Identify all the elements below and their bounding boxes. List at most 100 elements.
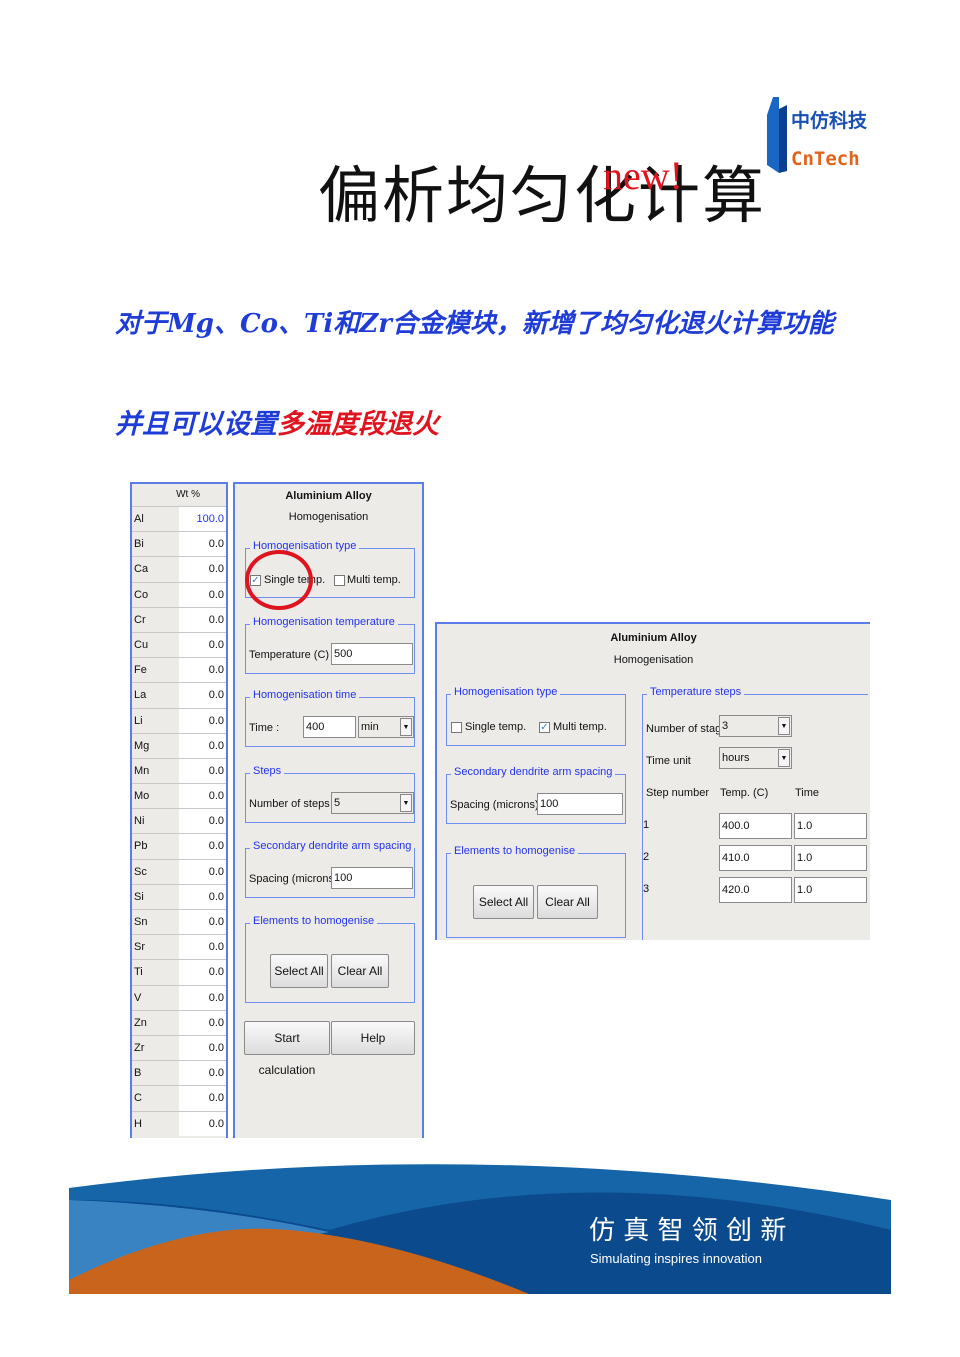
cntech-logo: 中仿科技 CnTech xyxy=(765,95,870,175)
wt-header: Wt % xyxy=(176,489,200,500)
group-legend: Elements to homogenise xyxy=(250,915,378,927)
element-symbol: Ni xyxy=(134,815,145,828)
clear-all-button[interactable]: Clear All xyxy=(537,885,598,919)
element-symbol: Li xyxy=(134,714,143,727)
composition-row: Ni 0.0 xyxy=(132,808,226,834)
highlight-circle xyxy=(245,550,313,610)
select-all-button[interactable]: Select All xyxy=(270,954,328,988)
composition-row: Mn 0.0 xyxy=(132,757,226,784)
composition-row: H 0.0 xyxy=(132,1110,226,1136)
chevron-down-icon: ▼ xyxy=(400,718,412,736)
element-wt-input[interactable]: 0.0 xyxy=(179,1086,226,1111)
element-wt-input[interactable]: 0.0 xyxy=(179,1111,226,1136)
element-wt-input[interactable]: 0.0 xyxy=(179,784,226,809)
element-symbol: H xyxy=(134,1117,142,1130)
temperature-label: Temperature (C) xyxy=(249,649,330,661)
element-wt-input[interactable]: 0.0 xyxy=(179,859,226,884)
composition-row: Cr 0.0 xyxy=(132,606,226,632)
element-wt-input[interactable]: 0.0 xyxy=(179,1061,226,1086)
step-time-input[interactable]: 1.0 xyxy=(794,877,867,903)
steps-label: Number of steps xyxy=(249,798,330,810)
time-unit-select[interactable]: min ▼ xyxy=(358,716,414,738)
single-temp-panel: Aluminium Alloy Homogenisation Homogenis… xyxy=(233,482,424,1138)
sdas-input[interactable]: 100 xyxy=(331,867,413,889)
element-wt-input[interactable]: 0.0 xyxy=(179,733,226,758)
element-wt-input[interactable]: 0.0 xyxy=(179,632,226,658)
element-symbol: La xyxy=(134,689,147,702)
composition-row: Zr 0.0 xyxy=(132,1034,226,1061)
composition-row: La 0.0 xyxy=(132,682,226,708)
sdas-input[interactable]: 100 xyxy=(537,793,623,815)
composition-row: C 0.0 xyxy=(132,1085,226,1111)
group-legend: Homogenisation time xyxy=(250,689,360,701)
new-badge: new! xyxy=(603,153,683,198)
temperature-input[interactable]: 500 xyxy=(331,643,413,665)
time-unit-select[interactable]: hours ▼ xyxy=(719,747,792,769)
element-wt-input[interactable]: 0.0 xyxy=(179,582,226,607)
alloy-title: Aluminium Alloy xyxy=(285,490,372,502)
step-temp-input[interactable]: 400.0 xyxy=(719,813,792,839)
element-wt-input[interactable]: 0.0 xyxy=(179,960,226,985)
element-wt-input[interactable]: 0.0 xyxy=(179,683,226,708)
homogenisation-type-group: Homogenisation type Single temp. ✓ Multi… xyxy=(446,686,626,746)
composition-row: Li 0.0 xyxy=(132,707,226,733)
group-legend: Elements to homogenise xyxy=(451,845,579,857)
element-wt-input[interactable]: 100.0 xyxy=(179,507,226,532)
element-wt-input[interactable]: 0.0 xyxy=(179,910,226,935)
element-wt-input[interactable]: 0.0 xyxy=(179,884,226,909)
clear-all-button[interactable]: Clear All xyxy=(331,954,389,988)
single-temp-checkbox[interactable] xyxy=(451,722,462,733)
footer-banner: 仿 真 智 领 创 新 Simulating inspires innovati… xyxy=(69,1160,891,1294)
temperature-group: Homogenisation temperature Temperature (… xyxy=(245,616,415,674)
element-symbol: Sn xyxy=(134,916,148,928)
time-input[interactable]: 400 xyxy=(303,716,356,738)
page-title: 偏析均匀化计算 xyxy=(318,159,767,232)
element-wt-input[interactable]: 0.0 xyxy=(179,532,226,557)
element-wt-input[interactable]: 0.0 xyxy=(179,708,226,733)
element-wt-input[interactable]: 0.0 xyxy=(179,935,226,960)
time-group: Homogenisation time Time : 400 min ▼ xyxy=(245,689,415,747)
element-wt-input[interactable]: 0.0 xyxy=(179,1035,226,1061)
group-legend: Secondary dendrite arm spacing xyxy=(250,840,415,852)
elements-group: Elements to homogenise Select All Clear … xyxy=(446,845,626,938)
group-legend: Steps xyxy=(250,765,285,777)
step-time-input[interactable]: 1.0 xyxy=(794,845,867,871)
multi-temp-checkbox[interactable]: ✓ xyxy=(539,722,550,733)
steps-select[interactable]: 5 ▼ xyxy=(331,792,414,814)
sdas-label: Spacing (microns) xyxy=(249,873,338,885)
group-legend: Homogenisation type xyxy=(451,686,561,698)
element-symbol: Zr xyxy=(134,1041,145,1054)
element-wt-input[interactable]: 0.0 xyxy=(179,658,226,683)
select-all-button[interactable]: Select All xyxy=(473,885,534,919)
element-wt-input[interactable]: 0.0 xyxy=(179,985,226,1010)
stages-select[interactable]: 3 ▼ xyxy=(719,715,792,737)
help-button[interactable]: Help xyxy=(331,1021,415,1055)
element-wt-input[interactable]: 0.0 xyxy=(179,557,226,582)
element-symbol: Pb xyxy=(134,840,148,853)
alloy-title: Aluminium Alloy xyxy=(610,632,697,644)
start-calculation-button[interactable]: Start calculation xyxy=(244,1021,330,1077)
col-time: Time xyxy=(795,787,820,799)
composition-row: Mg 0.0 xyxy=(132,732,226,758)
step-time-input[interactable]: 1.0 xyxy=(794,813,867,839)
col-temp: Temp. (C) xyxy=(720,787,769,799)
group-legend: Secondary dendrite arm spacing xyxy=(451,766,616,778)
composition-row: Ti 0.0 xyxy=(132,959,226,985)
element-wt-input[interactable]: 0.0 xyxy=(179,834,226,859)
element-symbol: Mg xyxy=(134,739,150,752)
element-wt-input[interactable]: 0.0 xyxy=(179,809,226,834)
composition-row: Si 0.0 xyxy=(132,883,226,909)
element-symbol: Zn xyxy=(134,1016,147,1029)
multi-temp-checkbox[interactable] xyxy=(334,575,345,586)
svg-text:CnTech: CnTech xyxy=(791,148,860,170)
composition-row: Ca 0.0 xyxy=(132,556,226,582)
element-symbol: Fe xyxy=(134,664,147,677)
module-title: Homogenisation xyxy=(288,511,369,523)
element-wt-input[interactable]: 0.0 xyxy=(179,1010,226,1035)
step-temp-input[interactable]: 420.0 xyxy=(719,877,792,903)
element-wt-input[interactable]: 0.0 xyxy=(179,607,226,632)
composition-row: Al 100.0 xyxy=(132,506,226,532)
composition-row: Sr 0.0 xyxy=(132,934,226,960)
element-wt-input[interactable]: 0.0 xyxy=(179,758,226,784)
step-temp-input[interactable]: 410.0 xyxy=(719,845,792,871)
